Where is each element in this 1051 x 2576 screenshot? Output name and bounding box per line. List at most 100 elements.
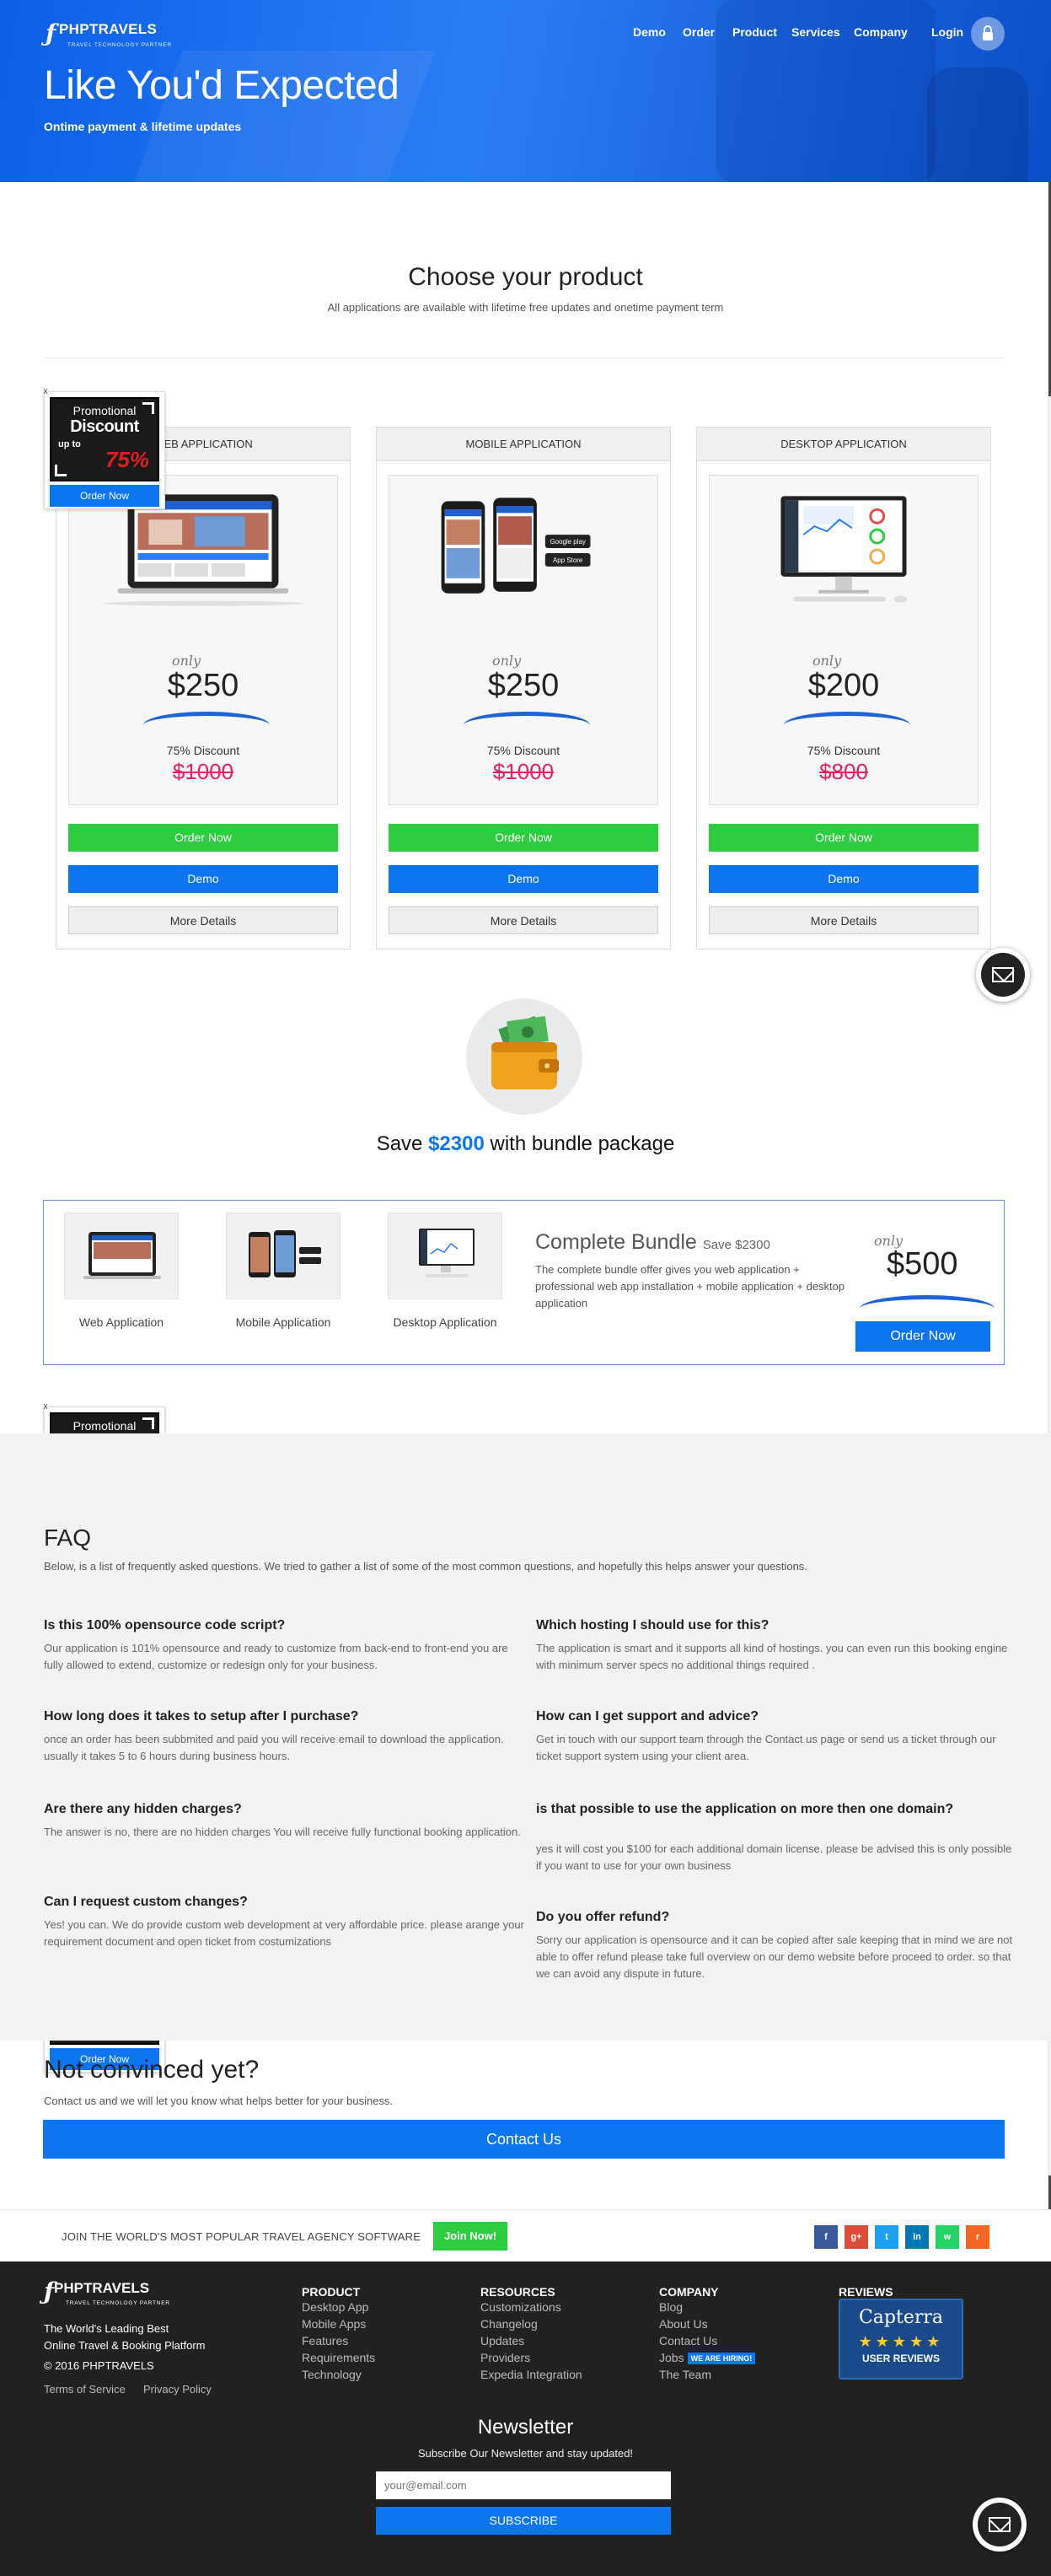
price-underline	[784, 712, 910, 725]
demo-button[interactable]: Demo	[68, 865, 338, 893]
footer-col-title: COMPANY	[659, 2285, 719, 2299]
footer-logo[interactable]: ƒPHPTRAVELS TRAVEL TECHNOLOGY PARTNER	[44, 2278, 170, 2307]
order-now-button[interactable]: Order Now	[389, 824, 658, 852]
close-icon[interactable]: x	[40, 385, 51, 397]
more-details-button[interactable]: More Details	[68, 906, 338, 934]
footer-col-title: PRODUCT	[302, 2285, 361, 2299]
bundle-price: $500	[887, 1246, 958, 1282]
newsletter-email-input[interactable]	[376, 2471, 671, 2499]
footer-col-title: RESOURCES	[480, 2285, 555, 2299]
privacy-link[interactable]: Privacy Policy	[143, 2383, 212, 2396]
footer-link[interactable]: Customizations	[480, 2300, 561, 2314]
card-body: Google play App Store only $250 75% Disc…	[389, 475, 658, 805]
card-body: only $200 75% Discount $800	[709, 475, 979, 805]
promo-image[interactable]: Promotional Discount up to 75%	[50, 397, 159, 481]
footer-link[interactable]: Contact Us	[659, 2334, 717, 2347]
hiring-badge: WE ARE HIRING!	[687, 2353, 756, 2365]
twitter-icon[interactable]: t	[875, 2225, 898, 2249]
more-details-button[interactable]: More Details	[389, 906, 658, 934]
footer-link[interactable]: Providers	[480, 2351, 530, 2364]
footer-link[interactable]: About Us	[659, 2317, 708, 2331]
card-title: MOBILE APPLICATION	[377, 428, 670, 461]
close-icon[interactable]: x	[40, 1401, 51, 1412]
bundle-title: Complete Bundle Save $2300	[535, 1230, 770, 1254]
demo-button[interactable]: Demo	[709, 865, 979, 893]
faq-answer: Sorry our application is opensource and …	[536, 1933, 1013, 1980]
bundle-order-button[interactable]: Order Now	[855, 1321, 990, 1352]
rss-icon[interactable]: r	[966, 2225, 989, 2249]
google-plus-icon[interactable]: g+	[845, 2225, 868, 2249]
footer-link[interactable]: Updates	[480, 2334, 524, 2347]
svg-text:Google play: Google play	[550, 538, 585, 546]
footer-link[interactable]: Jobs WE ARE HIRING!	[659, 2351, 756, 2365]
newsletter-subtitle: Subscribe Our Newsletter and stay update…	[417, 2447, 634, 2460]
logo-mark-icon: ƒ	[46, 19, 56, 47]
footer-link[interactable]: Requirements	[302, 2351, 375, 2364]
join-now-button[interactable]: Join Now!	[433, 2222, 507, 2251]
nav-item-company[interactable]: Company	[854, 25, 908, 39]
price-underline	[464, 712, 590, 725]
footer-link[interactable]: Expedia Integration	[480, 2368, 582, 2381]
product-card-desktop: DESKTOP APPLICATION only $200 75% Discou…	[696, 427, 991, 949]
nav-item-order[interactable]: Order	[683, 25, 715, 39]
linkedin-icon[interactable]: in	[905, 2225, 929, 2249]
faq-answer: Our application is 101% opensource and r…	[44, 1642, 508, 1671]
nav-item-services[interactable]: Services	[791, 25, 840, 39]
bundle-item-label: Mobile Application	[235, 1315, 331, 1329]
logo-mark-icon: ƒ	[44, 2278, 55, 2305]
hero-subtitle: Ontime payment & lifetime updates	[44, 120, 242, 133]
order-now-button[interactable]: Order Now	[709, 824, 979, 852]
faq-answer: Yes! you can. We do provide custom web d…	[44, 1918, 524, 1948]
nav-item-product[interactable]: Product	[732, 25, 777, 39]
convinced-title: Not convinced yet?	[44, 2056, 260, 2084]
nav-item-demo[interactable]: Demo	[633, 25, 666, 39]
subscribe-button[interactable]: SUBSCRIBE	[376, 2507, 671, 2535]
footer-link[interactable]: Desktop App	[302, 2300, 368, 2314]
faq-answer: yes it will cost you $100 for each addit…	[536, 1842, 1012, 1872]
nav-item-login[interactable]: Login	[931, 25, 963, 39]
price-underline	[860, 1295, 995, 1309]
bundle-thumb-mobile	[226, 1213, 341, 1299]
footer-link[interactable]: Technology	[302, 2368, 362, 2381]
more-details-button[interactable]: More Details	[709, 906, 979, 934]
footer-link[interactable]: Blog	[659, 2300, 683, 2314]
newsletter-title: Newsletter	[477, 2416, 574, 2439]
footer-tagline: Online Travel & Booking Platform	[44, 2339, 206, 2352]
products-subtitle: All applications are available with life…	[327, 301, 724, 314]
faq-title: FAQ	[44, 1525, 92, 1551]
footer-link[interactable]: Mobile Apps	[302, 2317, 366, 2331]
lock-icon[interactable]	[971, 17, 1005, 51]
price: $250	[487, 668, 560, 703]
terms-link[interactable]: Terms of Service	[44, 2383, 126, 2396]
faq-answer: once an order has been subbmited and pai…	[44, 1733, 504, 1762]
footer-tagline: The World's Leading Best	[44, 2322, 169, 2335]
brand-logo[interactable]: ƒ PHPTRAVELS TRAVEL TECHNOLOGY PARTNER	[46, 19, 172, 49]
footer-link[interactable]: Changelog	[480, 2317, 538, 2331]
order-now-button[interactable]: Order Now	[68, 824, 338, 852]
capterra-badge[interactable]: Capterra ★★★★★ USER REVIEWS	[839, 2299, 963, 2380]
footer-link[interactable]: Features	[302, 2334, 348, 2347]
faq-answer: The application is smart and it supports…	[536, 1642, 1008, 1671]
discount-label: 75% Discount	[807, 744, 881, 757]
footer-link[interactable]: The Team	[659, 2368, 711, 2381]
contact-us-button[interactable]: Contact Us	[43, 2120, 1005, 2159]
card-title: DESKTOP APPLICATION	[697, 428, 990, 461]
promo-order-button[interactable]: Order Now	[50, 485, 159, 507]
facebook-icon[interactable]: f	[814, 2225, 838, 2249]
demo-button[interactable]: Demo	[389, 865, 658, 893]
faq-question: is that possible to use the application …	[536, 1802, 954, 1816]
whatsapp-icon[interactable]: w	[936, 2225, 959, 2249]
contact-mail-button[interactable]	[973, 2498, 1027, 2552]
faq-answer: The answer is no, there are no hidden ch…	[44, 1826, 521, 1838]
bundle-box: Web Application Mobile Application Deskt…	[43, 1200, 1005, 1365]
contact-mail-button[interactable]	[976, 948, 1030, 1002]
faq-intro: Below, is a list of frequently asked que…	[44, 1560, 807, 1573]
price: $250	[167, 668, 239, 703]
hero-title: Like You'd Expected	[44, 63, 399, 108]
bundle-thumb-desktop	[388, 1213, 502, 1299]
join-bar: JOIN THE WORLD'S MOST POPULAR TRAVEL AGE…	[0, 2209, 1051, 2261]
footer: ƒPHPTRAVELS TRAVEL TECHNOLOGY PARTNER Th…	[0, 2261, 1051, 2576]
faq-question: Do you offer refund?	[536, 1910, 670, 1924]
faq-question: How long does it takes to setup after I …	[44, 1709, 359, 1724]
wallet-icon	[466, 998, 582, 1115]
